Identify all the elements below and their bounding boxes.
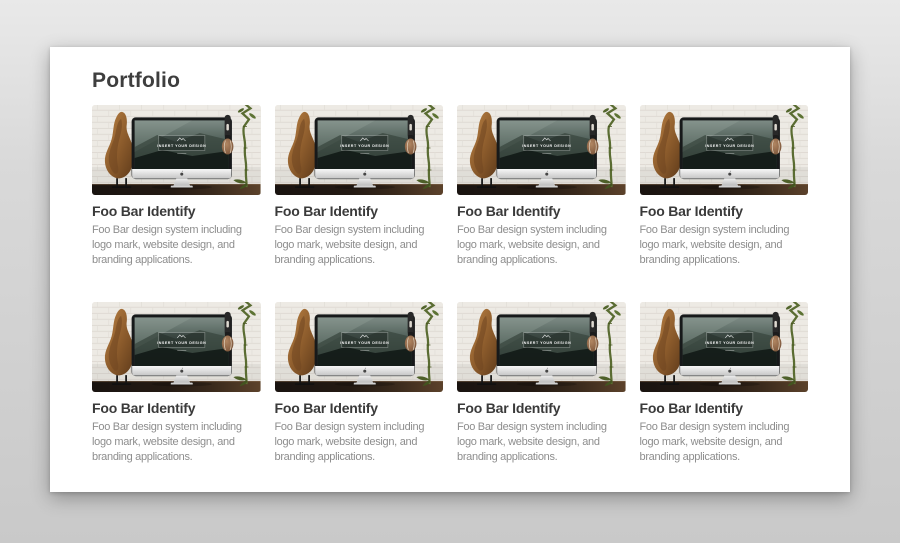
portfolio-item[interactable]: Foo Bar Identify Foo Bar design system i… [640,105,809,268]
portfolio-item-title: Foo Bar Identify [275,400,444,417]
portfolio-item-description: Foo Bar design system including logo mar… [640,420,809,465]
portfolio-item[interactable]: Foo Bar Identify Foo Bar design system i… [457,302,626,465]
portfolio-item-description: Foo Bar design system including logo mar… [275,223,444,268]
portfolio-item-description: Foo Bar design system including logo mar… [275,420,444,465]
portfolio-item-description: Foo Bar design system including logo mar… [457,420,626,465]
portfolio-thumbnail[interactable] [275,302,444,392]
portfolio-item-title: Foo Bar Identify [92,203,261,220]
page-title: Portfolio [92,69,808,93]
portfolio-item-description: Foo Bar design system including logo mar… [92,420,261,465]
portfolio-thumbnail[interactable] [457,105,626,195]
portfolio-item[interactable]: Foo Bar Identify Foo Bar design system i… [275,302,444,465]
portfolio-item-title: Foo Bar Identify [92,400,261,417]
portfolio-item[interactable]: Foo Bar Identify Foo Bar design system i… [92,302,261,465]
portfolio-item[interactable]: Foo Bar Identify Foo Bar design system i… [640,302,809,465]
portfolio-thumbnail[interactable] [640,105,809,195]
portfolio-item[interactable]: Foo Bar Identify Foo Bar design system i… [457,105,626,268]
portfolio-item-description: Foo Bar design system including logo mar… [640,223,809,268]
portfolio-item[interactable]: Foo Bar Identify Foo Bar design system i… [92,105,261,268]
portfolio-item-title: Foo Bar Identify [275,203,444,220]
portfolio-thumbnail[interactable] [457,302,626,392]
portfolio-item-title: Foo Bar Identify [640,203,809,220]
portfolio-thumbnail[interactable] [275,105,444,195]
portfolio-item-description: Foo Bar design system including logo mar… [92,223,261,268]
content-card: Portfolio Foo Bar Identify Foo Bar desig… [50,47,850,492]
portfolio-item-title: Foo Bar Identify [457,203,626,220]
portfolio-thumbnail[interactable] [640,302,809,392]
portfolio-thumbnail[interactable] [92,302,261,392]
portfolio-grid: Foo Bar Identify Foo Bar design system i… [92,105,808,465]
portfolio-item-description: Foo Bar design system including logo mar… [457,223,626,268]
portfolio-thumbnail[interactable] [92,105,261,195]
portfolio-item-title: Foo Bar Identify [640,400,809,417]
portfolio-item-title: Foo Bar Identify [457,400,626,417]
portfolio-item[interactable]: Foo Bar Identify Foo Bar design system i… [275,105,444,268]
